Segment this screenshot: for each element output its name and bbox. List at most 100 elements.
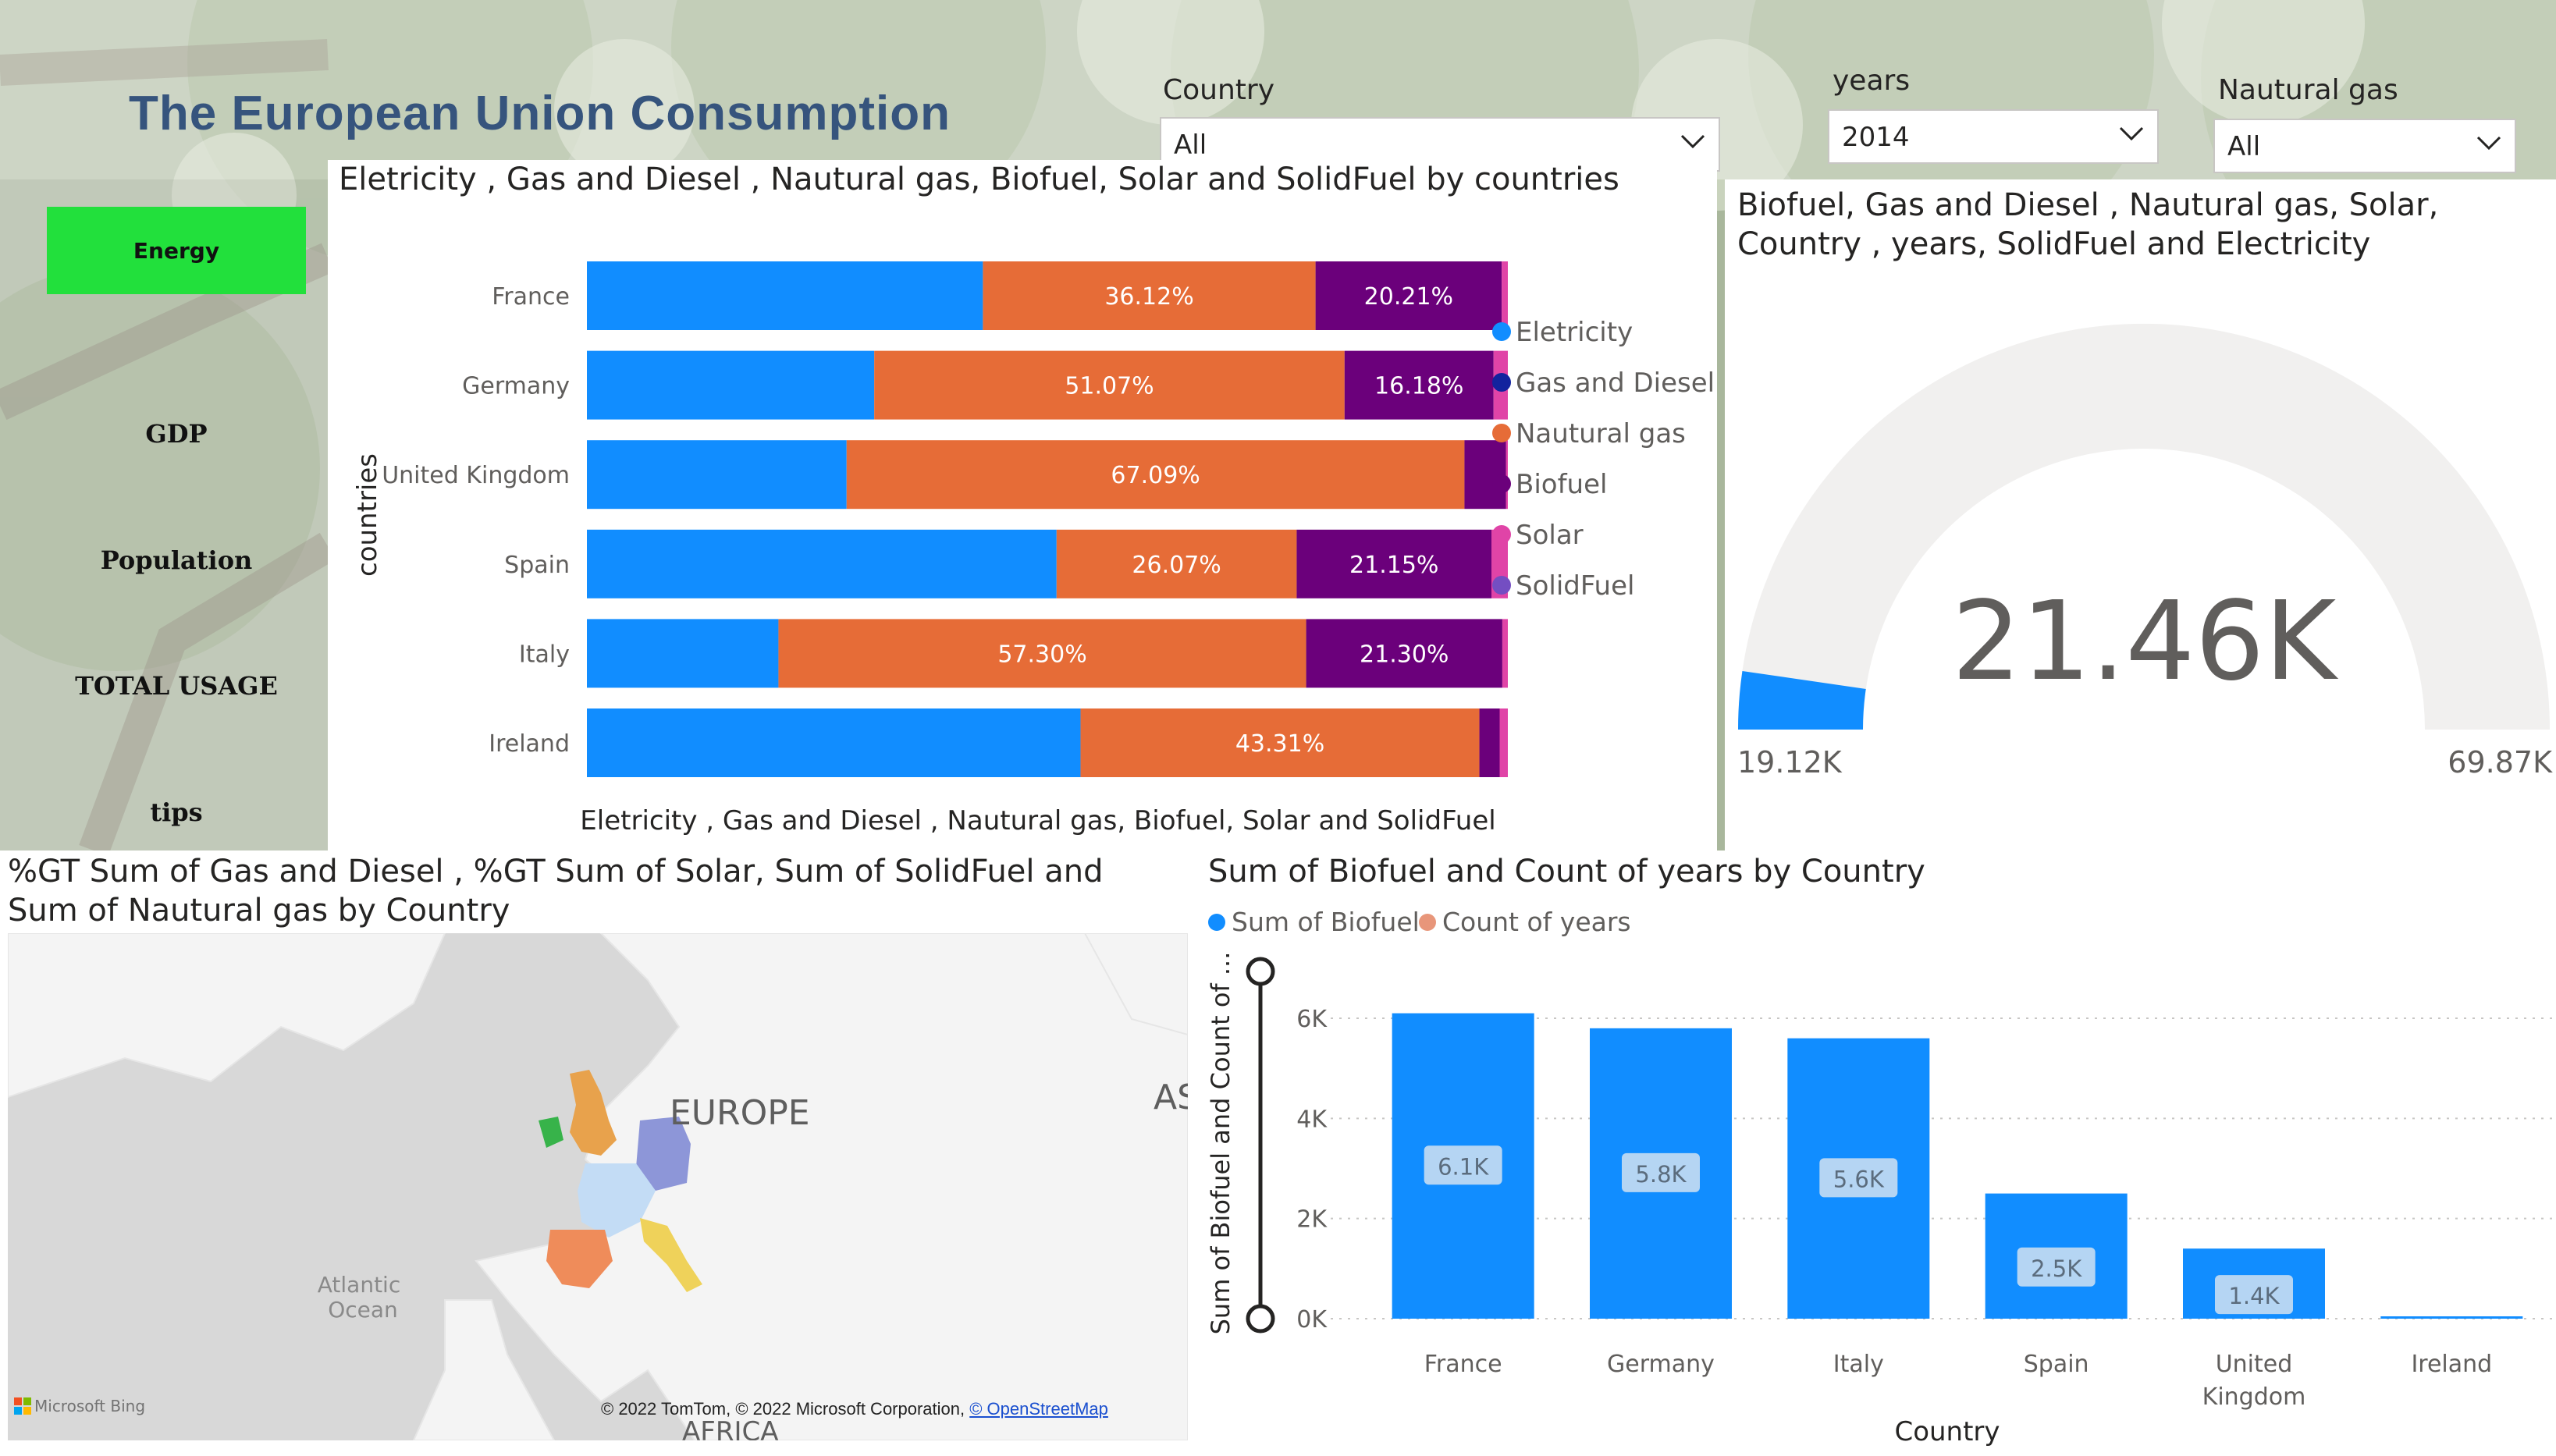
report-title: The European Union Consumption bbox=[129, 87, 951, 140]
bing-logo: Microsoft Bing bbox=[14, 1397, 145, 1415]
legend-label[interactable]: Nautural gas bbox=[1516, 418, 1686, 449]
gauge-max-label: 69.87K bbox=[2448, 745, 2553, 779]
bar-segment[interactable] bbox=[1499, 708, 1508, 777]
legend-label[interactable]: Biofuel bbox=[1516, 469, 1607, 500]
bar-segment[interactable] bbox=[1479, 708, 1500, 777]
map-label-atlantic: Atlantic bbox=[318, 1272, 400, 1298]
legend-label: Count of years bbox=[1442, 907, 1631, 937]
nav-button-energy[interactable]: Energy bbox=[47, 207, 306, 294]
legend-marker bbox=[1492, 576, 1511, 595]
x-tick-label: Spain bbox=[2024, 1351, 2089, 1378]
data-label: 51.07% bbox=[1065, 373, 1154, 400]
bar-segment[interactable] bbox=[1502, 261, 1508, 330]
data-label: 57.30% bbox=[997, 641, 1086, 668]
natural-gas-slicer-dropdown[interactable]: All bbox=[2213, 119, 2516, 173]
category-label: Spain bbox=[504, 552, 570, 579]
chevron-down-icon bbox=[1680, 134, 1705, 149]
microsoft-logo-icon bbox=[14, 1397, 31, 1415]
bar-segment[interactable] bbox=[587, 708, 1081, 777]
legend-marker bbox=[1492, 322, 1511, 341]
map-canvas[interactable]: EUROPE AS Atlantic Ocean AFRICA bbox=[8, 933, 1188, 1440]
data-label: 5.8K bbox=[1635, 1161, 1687, 1188]
country-slicer-value: All bbox=[1174, 130, 1207, 161]
map-label-ocean: Ocean bbox=[328, 1297, 398, 1323]
x-tick-label: Germany bbox=[1607, 1351, 1715, 1378]
zoom-slider-handle-bottom[interactable] bbox=[1246, 1304, 1275, 1333]
x-tick-label: Ireland bbox=[2411, 1351, 2492, 1378]
bar-segment[interactable] bbox=[587, 529, 1057, 598]
category-label: Germany bbox=[462, 373, 570, 400]
y-axis-title: countries bbox=[352, 453, 383, 577]
natural-gas-slicer-label: Nautural gas bbox=[2218, 74, 2398, 106]
natural-gas-slicer-value: All bbox=[2227, 131, 2261, 162]
chevron-down-icon bbox=[2476, 136, 2501, 151]
country-slicer-label: Country bbox=[1163, 74, 1275, 106]
gauge-chart: 21.46K 19.12K 69.87K bbox=[1737, 323, 2553, 779]
data-label: 16.18% bbox=[1374, 373, 1463, 400]
openstreetmap-link[interactable]: © OpenStreetMap bbox=[969, 1399, 1108, 1419]
years-slicer-label: years bbox=[1833, 65, 1911, 97]
bar-segment[interactable] bbox=[587, 350, 875, 420]
bar-segment[interactable] bbox=[1502, 619, 1508, 688]
x-tick-label: Italy bbox=[1833, 1351, 1884, 1378]
gauge-visual[interactable]: Biofuel, Gas and Diesel , Nautural gas, … bbox=[1725, 179, 2556, 851]
nav-button-tips[interactable]: tips bbox=[47, 769, 306, 856]
years-slicer-value: 2014 bbox=[1842, 122, 1910, 153]
gauge-value: 21.46K bbox=[1952, 578, 2339, 705]
data-label: 5.6K bbox=[1833, 1166, 1885, 1192]
map-title: %GT Sum of Gas and Diesel , %GT Sum of S… bbox=[8, 854, 1104, 929]
bar-segment[interactable] bbox=[587, 261, 983, 330]
bar-segment[interactable] bbox=[587, 619, 779, 688]
nav-button-population[interactable]: Population bbox=[47, 517, 306, 604]
legend-label[interactable]: Eletricity bbox=[1516, 317, 1633, 348]
data-label: 36.12% bbox=[1104, 283, 1193, 311]
legend-label[interactable]: Solar bbox=[1516, 520, 1584, 551]
data-label: 2.5K bbox=[2031, 1255, 2082, 1282]
y-tick-label: 2K bbox=[1296, 1206, 1328, 1234]
bar-segment[interactable] bbox=[587, 440, 847, 510]
column-chart-visual[interactable]: Sum of Biofuel and Count of years by Cou… bbox=[1194, 851, 2556, 1456]
chevron-down-icon bbox=[2119, 126, 2144, 141]
category-label: Ireland bbox=[489, 730, 570, 758]
column-bar[interactable] bbox=[2380, 1316, 2523, 1319]
x-tick-label: France bbox=[1424, 1351, 1502, 1378]
legend-marker bbox=[1492, 373, 1511, 392]
y-tick-label: 6K bbox=[1296, 1006, 1328, 1033]
column-chart-title: Sum of Biofuel and Count of years by Cou… bbox=[1208, 854, 1925, 890]
legend-sum-of-biofuel: Sum of Biofuel bbox=[1208, 907, 1420, 937]
years-slicer-dropdown[interactable]: 2014 bbox=[1828, 109, 2159, 164]
y-tick-label: 4K bbox=[1296, 1106, 1328, 1133]
map-credit-text: © 2022 TomTom, © 2022 Microsoft Corporat… bbox=[601, 1399, 970, 1419]
map-credits: © 2022 TomTom, © 2022 Microsoft Corporat… bbox=[601, 1399, 1108, 1419]
data-label: 6.1K bbox=[1438, 1153, 1489, 1180]
map-label-asia: AS bbox=[1154, 1078, 1188, 1117]
y-tick-label: 0K bbox=[1296, 1306, 1328, 1333]
data-label: 21.15% bbox=[1349, 552, 1438, 579]
data-label: 20.21% bbox=[1364, 283, 1453, 311]
category-label: Italy bbox=[519, 641, 570, 668]
zoom-slider-handle-top[interactable] bbox=[1246, 957, 1275, 986]
data-label: 67.09% bbox=[1111, 462, 1200, 489]
bing-text: Microsoft Bing bbox=[34, 1397, 146, 1415]
column-chart: 0K 2K 4K 6K Sum of Biofuel and Count of ... 6… bbox=[1206, 952, 2552, 1447]
map-label-africa: AFRICA bbox=[682, 1416, 778, 1440]
map-visual[interactable]: %GT Sum of Gas and Diesel , %GT Sum of S… bbox=[0, 851, 1194, 1456]
gauge-title: Biofuel, Gas and Diesel , Nautural gas, … bbox=[1737, 187, 2439, 262]
legend-count-of-years: Count of years bbox=[1419, 907, 1631, 937]
legend-marker bbox=[1492, 474, 1511, 493]
nav-button-gdp[interactable]: GDP bbox=[47, 390, 306, 478]
category-label: France bbox=[492, 283, 570, 311]
legend-label[interactable]: Gas and Diesel bbox=[1516, 368, 1715, 399]
stacked-chart-title: Eletricity , Gas and Diesel , Nautural g… bbox=[339, 162, 1619, 197]
bar-segment[interactable] bbox=[1464, 440, 1506, 510]
nav-button-total-usage[interactable]: TOTAL USAGE bbox=[47, 642, 306, 730]
data-label: 21.30% bbox=[1360, 641, 1449, 668]
gauge-min-label: 19.12K bbox=[1737, 745, 1843, 779]
bar-segment[interactable] bbox=[1506, 440, 1508, 510]
stacked-bar-chart-visual[interactable]: Eletricity , Gas and Diesel , Nautural g… bbox=[328, 160, 1717, 851]
legend-label[interactable]: SolidFuel bbox=[1516, 570, 1634, 602]
y-axis-title: Sum of Biofuel and Count of ... bbox=[1206, 952, 1235, 1335]
stacked-bar-chart: countries France 36.12% 20.21% Germany 51.07%… bbox=[352, 261, 1715, 836]
data-label: 1.4K bbox=[2228, 1283, 2280, 1309]
legend-marker bbox=[1492, 424, 1511, 442]
